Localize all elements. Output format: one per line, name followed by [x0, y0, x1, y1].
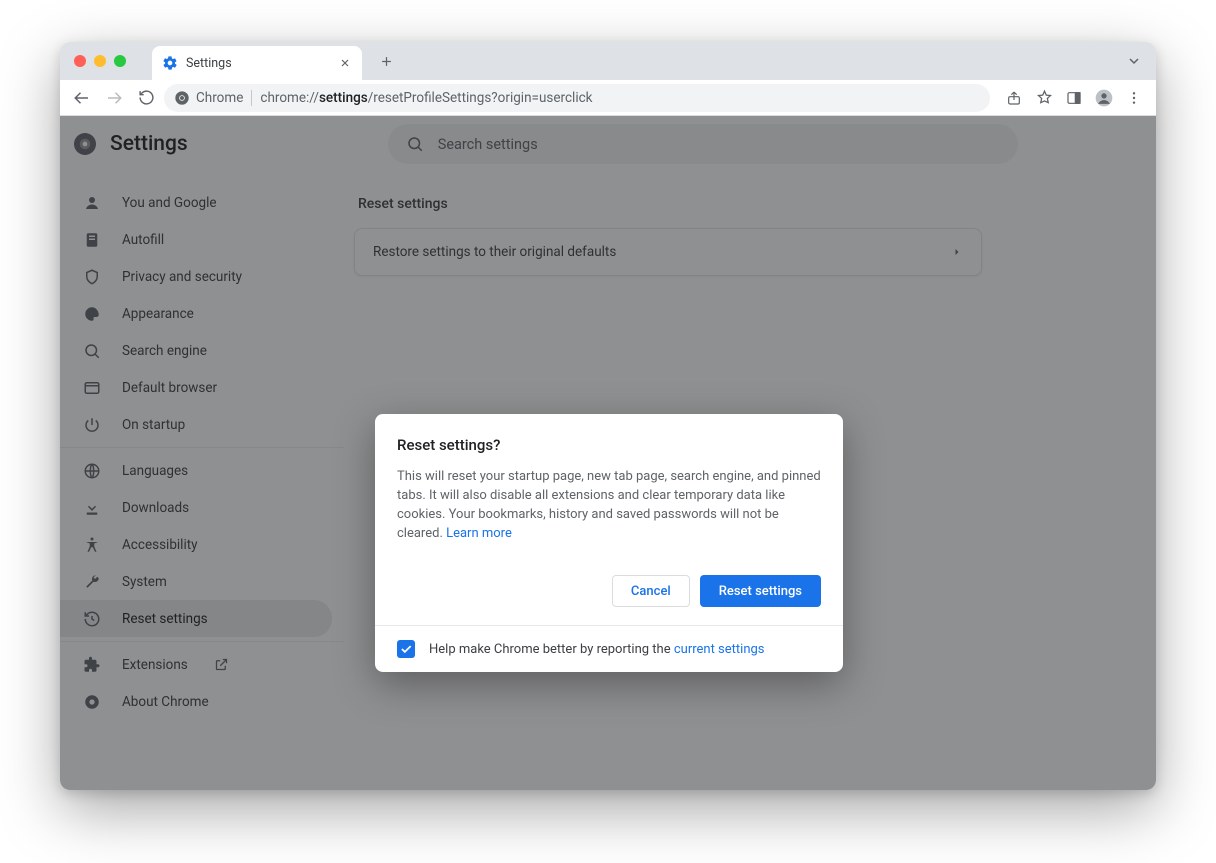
back-button[interactable] [68, 84, 96, 112]
report-checkbox[interactable] [397, 640, 415, 658]
dialog-body-text: This will reset your startup page, new t… [397, 468, 821, 543]
site-chip: Chrome [174, 90, 243, 106]
reset-settings-dialog: Reset settings? This will reset your sta… [375, 414, 843, 672]
address-url: chrome://settings/resetProfileSettings?o… [260, 90, 592, 106]
menu-button[interactable] [1120, 84, 1148, 112]
site-chip-label: Chrome [196, 90, 243, 106]
gear-icon [162, 55, 178, 71]
window-close-button[interactable] [74, 55, 86, 67]
address-bar[interactable]: Chrome chrome://settings/resetProfileSet… [164, 84, 990, 112]
tab-strip: Settings [60, 42, 1156, 80]
side-panel-button[interactable] [1060, 84, 1088, 112]
current-settings-link[interactable]: current settings [674, 642, 765, 657]
address-separator [251, 90, 252, 106]
chrome-icon [174, 90, 190, 106]
window-controls [70, 55, 134, 67]
reload-button[interactable] [132, 84, 160, 112]
bookmark-button[interactable] [1030, 84, 1058, 112]
browser-tab[interactable]: Settings [152, 46, 362, 80]
dialog-title: Reset settings? [397, 436, 821, 454]
tab-overflow-button[interactable] [1122, 49, 1146, 73]
new-tab-button[interactable] [372, 47, 400, 75]
reset-settings-button[interactable]: Reset settings [700, 575, 821, 607]
window-minimize-button[interactable] [94, 55, 106, 67]
browser-toolbar: Chrome chrome://settings/resetProfileSet… [60, 80, 1156, 116]
learn-more-link[interactable]: Learn more [446, 526, 512, 541]
share-button[interactable] [1000, 84, 1028, 112]
window-zoom-button[interactable] [114, 55, 126, 67]
profile-button[interactable] [1090, 84, 1118, 112]
tab-title: Settings [186, 56, 232, 71]
tab-close-button[interactable] [338, 56, 352, 70]
browser-window: Settings Chrome [60, 42, 1156, 790]
footer-text: Help make Chrome better by reporting the… [429, 642, 765, 657]
cancel-button[interactable]: Cancel [612, 575, 690, 607]
page-content: Settings Search settings You and Google … [60, 116, 1156, 790]
forward-button[interactable] [100, 84, 128, 112]
